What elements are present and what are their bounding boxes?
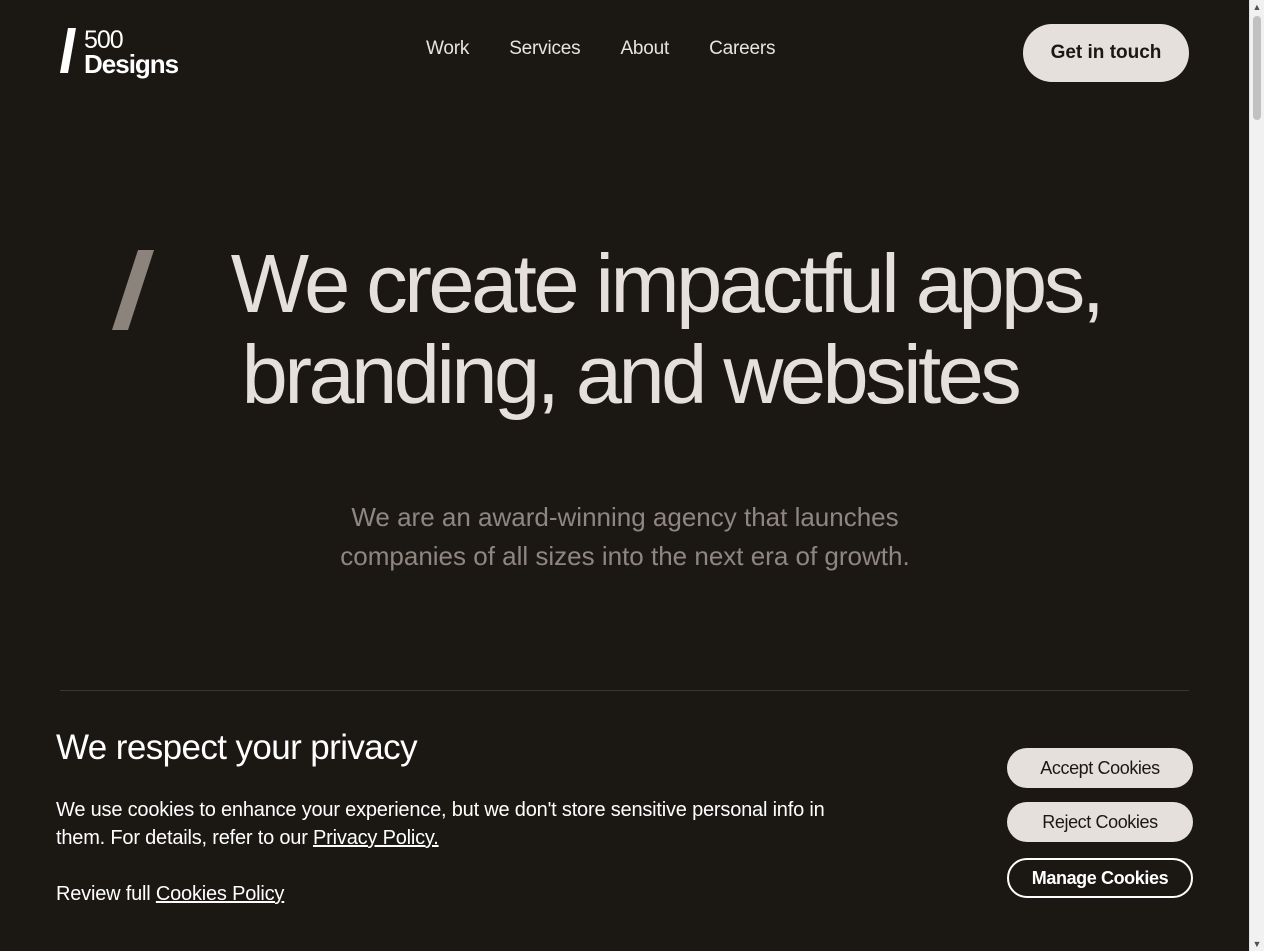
scrollbar[interactable]: ▲ ▼ <box>1249 0 1264 951</box>
cookie-banner-body: We use cookies to enhance your experienc… <box>56 799 825 849</box>
cookie-review-line: Review full Cookies Policy <box>56 880 284 908</box>
logo[interactable]: 500 Designs <box>60 28 179 79</box>
divider <box>60 690 1189 691</box>
logo-slash-icon <box>60 28 76 73</box>
get-in-touch-button[interactable]: Get in touch <box>1023 24 1189 82</box>
logo-line2: Designs <box>84 49 179 79</box>
cookies-policy-link[interactable]: Cookies Policy <box>156 883 285 905</box>
nav-link-work[interactable]: Work <box>426 38 469 60</box>
hero-subtitle-line2: companies of all sizes into the next era… <box>340 541 910 571</box>
cookie-banner-title: We respect your privacy <box>56 728 418 767</box>
cookie-banner-text: We use cookies to enhance your experienc… <box>56 796 876 852</box>
logo-text: 500 Designs <box>84 28 179 79</box>
nav-link-about[interactable]: About <box>620 38 669 60</box>
hero-title-line1: We create impactful apps, <box>230 237 1105 330</box>
hero-title: We create impactful apps, branding, and … <box>100 238 1160 420</box>
manage-cookies-button[interactable]: Manage Cookies <box>1007 858 1193 898</box>
main-nav: Work Services About Careers <box>426 38 775 60</box>
hero-subtitle-line1: We are an award-winning agency that laun… <box>351 502 899 532</box>
page: 500 Designs Work Services About Careers … <box>0 0 1249 951</box>
privacy-policy-link[interactable]: Privacy Policy. <box>313 827 439 849</box>
cookie-review-text: Review full <box>56 883 151 905</box>
scroll-down-icon[interactable]: ▼ <box>1250 937 1264 951</box>
accept-cookies-button[interactable]: Accept Cookies <box>1007 748 1193 788</box>
hero-subtitle: We are an award-winning agency that laun… <box>250 498 1000 576</box>
reject-cookies-button[interactable]: Reject Cookies <box>1007 802 1193 842</box>
scroll-up-icon[interactable]: ▲ <box>1250 0 1264 14</box>
nav-link-services[interactable]: Services <box>509 38 580 60</box>
hero-title-line2: branding, and websites <box>241 328 1022 421</box>
scroll-thumb[interactable] <box>1253 16 1261 120</box>
nav-link-careers[interactable]: Careers <box>709 38 775 60</box>
